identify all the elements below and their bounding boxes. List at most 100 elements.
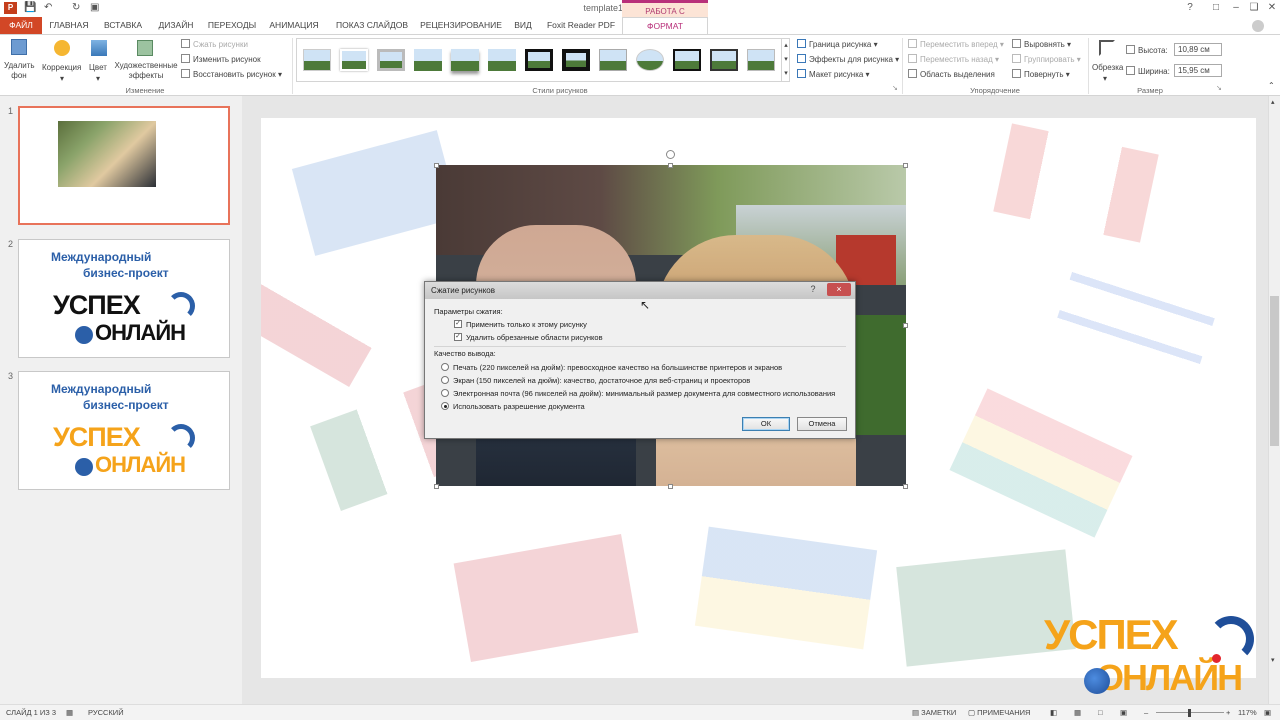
color-button[interactable]: Цвет ▾	[86, 37, 112, 83]
selection-pane-button[interactable]: Область выделения	[908, 69, 995, 79]
correction-button[interactable]: Коррекция ▾	[40, 37, 84, 83]
cancel-button[interactable]: Отмена	[797, 417, 847, 431]
picture-style-thumb[interactable]	[340, 49, 368, 71]
language-indicator[interactable]: РУССКИЙ	[88, 708, 124, 717]
tab-insert[interactable]: ВСТАВКА	[98, 17, 148, 34]
resize-handle[interactable]	[903, 323, 908, 328]
print-radio[interactable]	[441, 363, 449, 371]
group-icon	[1012, 54, 1021, 63]
tab-file[interactable]: ФАЙЛ	[0, 17, 42, 34]
tab-animations[interactable]: АНИМАЦИЯ	[264, 17, 324, 34]
gallery-scroll[interactable]: ▴ ▾ ▾	[781, 39, 790, 81]
minimize-button[interactable]: –	[1226, 2, 1246, 14]
picture-style-thumb[interactable]	[414, 49, 442, 71]
slide-thumbnail-2[interactable]: Международный бизнес-проект УСПЕХ ОНЛАЙН	[18, 239, 230, 358]
delete-cropped-checkbox[interactable]: ✓	[454, 333, 462, 341]
tab-home[interactable]: ГЛАВНАЯ	[44, 17, 94, 34]
spellcheck-icon[interactable]: ▦	[66, 708, 73, 717]
align-button[interactable]: Выровнять ▾	[1012, 39, 1071, 49]
picture-style-thumb[interactable]	[451, 49, 479, 71]
picture-style-thumb[interactable]	[377, 49, 405, 71]
picture-style-thumb[interactable]	[673, 49, 701, 71]
zoom-level[interactable]: 117%	[1238, 708, 1257, 717]
picture-styles-gallery[interactable]: ▴ ▾ ▾	[296, 38, 790, 82]
document-resolution-label: Использовать разрешение документа	[453, 402, 585, 411]
align-icon	[1012, 39, 1021, 48]
send-backward-button[interactable]: Переместить назад ▾	[908, 54, 999, 64]
tab-foxit[interactable]: Foxit Reader PDF	[544, 17, 618, 34]
picture-style-thumb[interactable]	[303, 49, 331, 71]
thumbnail-title-line1: Международный	[51, 382, 152, 396]
scroll-thumb[interactable]	[1270, 296, 1279, 446]
vertical-scrollbar[interactable]: ▴ ▾	[1268, 96, 1280, 704]
resize-handle[interactable]	[903, 484, 908, 489]
picture-effects-button[interactable]: Эффекты для рисунка ▾	[797, 54, 899, 64]
zoom-out-icon[interactable]: –	[1144, 708, 1148, 717]
tab-format[interactable]: ФОРМАТ	[622, 17, 708, 34]
width-input[interactable]: 15,95 см	[1174, 64, 1222, 77]
wifi-icon	[167, 292, 195, 320]
zoom-slider-thumb[interactable]	[1188, 709, 1191, 717]
slide-thumbnail-1[interactable]	[18, 106, 230, 225]
close-button[interactable]: ✕	[1262, 2, 1280, 14]
ok-button[interactable]: ОК	[742, 417, 790, 431]
dialog-help-button[interactable]: ?	[801, 283, 825, 296]
reading-view-icon[interactable]: □	[1098, 708, 1103, 717]
dialog-close-button[interactable]: ×	[827, 283, 851, 296]
height-input[interactable]: 10,89 см	[1174, 43, 1222, 56]
collapse-ribbon-icon[interactable]: ⌃	[1268, 81, 1275, 90]
picture-style-thumb[interactable]	[525, 49, 553, 71]
picture-style-thumb[interactable]	[747, 49, 775, 71]
brand-logo: УСПЕХ ОНЛАЙН	[1044, 614, 1262, 700]
tab-design[interactable]: ДИЗАЙН	[152, 17, 200, 34]
width-label: Ширина:	[1126, 66, 1170, 76]
picture-style-thumb[interactable]	[562, 49, 590, 71]
rotate-handle[interactable]	[666, 150, 675, 159]
remove-background-button[interactable]: Удалить фон	[2, 37, 36, 83]
notes-button[interactable]: ▤ ЗАМЕТКИ	[912, 708, 956, 717]
slide-sorter-icon[interactable]: ▦	[1074, 708, 1081, 717]
tab-view[interactable]: ВИД	[508, 17, 538, 34]
resize-handle[interactable]	[903, 163, 908, 168]
globe-icon	[75, 326, 93, 344]
resize-handle[interactable]	[668, 484, 673, 489]
ribbon-display-icon[interactable]: □	[1206, 2, 1226, 14]
document-resolution-radio[interactable]	[441, 402, 449, 410]
fit-slide-icon[interactable]: ▣	[1264, 708, 1271, 717]
picture-style-thumb[interactable]	[488, 49, 516, 71]
comments-button[interactable]: ▢ ПРИМЕЧАНИЯ	[968, 708, 1030, 717]
artistic-effects-button[interactable]: Художественные эффекты	[114, 37, 178, 83]
picture-border-button[interactable]: Граница рисунка ▾	[797, 39, 878, 49]
email-radio[interactable]	[441, 389, 449, 397]
tab-transitions[interactable]: ПЕРЕХОДЫ	[204, 17, 260, 34]
tab-slideshow[interactable]: ПОКАЗ СЛАЙДОВ	[330, 17, 414, 34]
slide-thumbnail-3[interactable]: Международный бизнес-проект УСПЕХ ОНЛАЙН	[18, 371, 230, 490]
compress-pictures-button[interactable]: Сжать рисунки	[181, 39, 248, 49]
resize-handle[interactable]	[434, 163, 439, 168]
apply-only-checkbox[interactable]: ✓	[454, 320, 462, 328]
zoom-in-icon[interactable]: +	[1226, 708, 1230, 717]
scroll-down-icon[interactable]: ▾	[1271, 656, 1275, 664]
tab-review[interactable]: РЕЦЕНЗИРОВАНИЕ	[418, 17, 504, 34]
maximize-button[interactable]: ❑	[1244, 2, 1264, 14]
group-button[interactable]: Группировать ▾	[1012, 54, 1081, 64]
normal-view-icon[interactable]: ◧	[1050, 708, 1057, 717]
help-icon[interactable]: ?	[1180, 2, 1200, 14]
dialog-launcher-icon[interactable]: ↘	[892, 84, 898, 92]
change-picture-button[interactable]: Изменить рисунок	[181, 54, 261, 64]
resize-handle[interactable]	[668, 163, 673, 168]
picture-style-thumb[interactable]	[599, 49, 627, 71]
picture-style-thumb[interactable]	[710, 49, 738, 71]
bring-forward-button[interactable]: Переместить вперед ▾	[908, 39, 1004, 49]
dialog-launcher-icon[interactable]: ↘	[1216, 84, 1222, 92]
slideshow-icon[interactable]: ▣	[1120, 708, 1127, 717]
rotate-button[interactable]: Повернуть ▾	[1012, 69, 1070, 79]
crop-button[interactable]: Обрезка ▾	[1091, 37, 1123, 83]
picture-style-thumb[interactable]	[636, 49, 664, 71]
reset-picture-button[interactable]: Восстановить рисунок ▾	[181, 69, 282, 79]
scroll-up-icon[interactable]: ▴	[1271, 98, 1275, 106]
picture-layout-button[interactable]: Макет рисунка ▾	[797, 69, 870, 79]
account-area[interactable]	[1240, 17, 1276, 34]
resize-handle[interactable]	[434, 484, 439, 489]
screen-radio[interactable]	[441, 376, 449, 384]
